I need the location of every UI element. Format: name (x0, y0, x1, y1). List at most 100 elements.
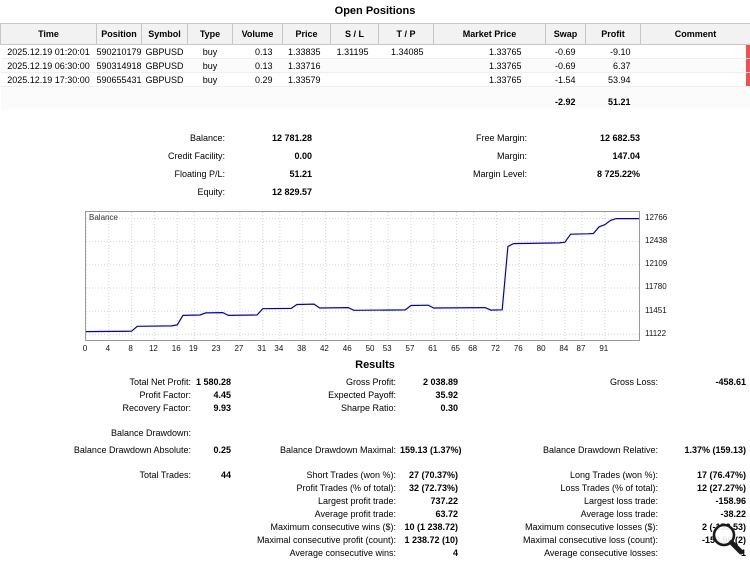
cell-swap: -0.69 (545, 58, 586, 73)
table-row[interactable]: 2025.12.19 01:20:01 590210179 GBPUSD buy 0.1… (0, 44, 750, 59)
summary-row: Credit Facility: 0.00 Margin: 147.04 (0, 147, 750, 165)
summary-value: 12 829.57 (271, 186, 312, 197)
results-row: Total Net Profit: 1 580.28 Gross Profit: 2 … (0, 374, 750, 387)
chart-series-label: Balance (89, 212, 118, 222)
summary-row: Equity: 12 829.57 (0, 183, 750, 201)
empty-cell (0, 86, 97, 109)
cell-s-l: 1.31195 (330, 44, 379, 59)
summary-value: 12 781.28 (271, 132, 312, 143)
result-label (462, 387, 662, 400)
cell-market-price: 1.33765 (433, 44, 546, 59)
x-tick-label: 4 (105, 343, 111, 353)
zoom-icon[interactable] (709, 520, 747, 558)
spacer (0, 147, 130, 165)
empty-cell (141, 86, 188, 109)
x-tick-label: 8 (128, 343, 133, 353)
results-row: Profit Trades (% of total): 32 (72.73%) Lo… (0, 480, 750, 493)
empty-cell (330, 86, 379, 109)
summary-value: 8 725.22% (596, 168, 640, 179)
result-label: Balance Drawdown: (110, 427, 191, 438)
spacer (640, 183, 750, 201)
result-value (195, 480, 235, 493)
cell-time: 2025.12.19 17:30:00 (0, 72, 97, 87)
spacer (0, 165, 130, 183)
summary-value: 0.00 (294, 150, 312, 161)
result-label: Expected Payoff: (328, 389, 396, 400)
x-tick-label: 42 (319, 343, 329, 353)
table-row[interactable]: 2025.12.19 06:30:00 590314918 GBPUSD buy 0.1… (0, 58, 750, 73)
cell-type: buy (187, 44, 233, 59)
x-tick-label: 72 (491, 343, 500, 353)
cell-type: buy (187, 58, 233, 73)
cell-t-p (378, 58, 434, 73)
result-label: Maximum consecutive losses ($): (524, 521, 658, 532)
column-header-profit: Profit (585, 23, 641, 45)
spacer (0, 183, 130, 201)
balance-line (86, 217, 639, 332)
totals-row: -2.92 51.21 (0, 86, 750, 109)
empty-cell (433, 86, 546, 109)
result-label: Profit Trades (% of total): (296, 482, 396, 493)
result-label: Average consecutive losses: (544, 547, 658, 558)
cell-time: 2025.12.19 01:20:01 (0, 44, 97, 59)
open-positions-table: Time Position Symbol Type Volume Price S / LT … (0, 23, 750, 109)
result-label: Balance Drawdown Absolute: (73, 444, 191, 455)
empty-cell (187, 86, 233, 109)
results-row: Maximum consecutive wins ($): 10 (1 238.7… (0, 519, 750, 532)
y-tick-label: 12766 (645, 213, 668, 223)
result-label: Average profit trade: (314, 508, 396, 519)
cell-volume: 0.13 (232, 44, 283, 59)
results-row: Largest profit trade: 737.22 Largest loss … (0, 493, 750, 506)
chart-grid (86, 211, 639, 340)
result-label: Average loss trade: (580, 508, 658, 519)
cell-volume: 0.29 (232, 72, 283, 87)
chart-plot-area: Balance (85, 210, 640, 341)
result-value: 737.22 (430, 495, 458, 506)
results-row: Balance Drawdown: (0, 413, 750, 438)
result-value (195, 519, 235, 532)
results-table: Total Net Profit: 1 580.28 Gross Profit: 2 … (0, 374, 750, 558)
result-value (195, 493, 235, 506)
x-tick-label: 53 (382, 343, 392, 353)
result-value: 35.92 (435, 389, 458, 400)
empty-cell (232, 86, 283, 109)
y-tick-label: 11780 (645, 282, 667, 292)
cell-comment (640, 44, 750, 59)
spacer (640, 165, 750, 183)
result-value (662, 387, 750, 400)
x-tick-label: 16 (171, 343, 181, 353)
summary-value: 12 682.53 (599, 132, 640, 143)
column-header-t-p: T / P (378, 23, 434, 45)
y-tick-label: 11122 (645, 328, 667, 338)
result-label (0, 532, 195, 545)
result-label: Maximal consecutive profit (count): (256, 534, 396, 545)
result-label: Largest profit trade: (317, 495, 396, 506)
y-tick-label: 11451 (645, 305, 667, 315)
column-header-s-l: S / L (330, 23, 379, 45)
result-label: Gross Loss: (609, 376, 658, 387)
cell-symbol: GBPUSD (141, 72, 188, 87)
table-row[interactable]: 2025.12.19 17:30:00 590655431 GBPUSD buy 0.2… (0, 72, 750, 87)
result-label: Profit Factor: (139, 389, 191, 400)
page-title: Open Positions (334, 5, 416, 17)
x-tick-label: 91 (599, 343, 609, 353)
summary-row: Balance: 12 781.28 Free Margin: 12 682.53 (0, 129, 750, 147)
total-swap: -2.92 (545, 86, 586, 109)
cell-comment (640, 58, 750, 73)
result-value: 4.45 (213, 389, 231, 400)
result-value (400, 413, 462, 438)
summary-label (432, 183, 527, 201)
column-header-swap: Swap (545, 23, 586, 45)
summary-value: 51.21 (289, 168, 312, 179)
result-label: Average consecutive wins: (289, 547, 396, 558)
results-row: Recovery Factor: 9.93 Sharpe Ratio: 0.30 (0, 400, 750, 413)
results-row: Total Trades: 44 Short Trades (won %): 27 (… (0, 455, 750, 480)
x-tick-label: 0 (82, 343, 88, 353)
x-tick-label: 80 (536, 343, 546, 353)
spacer (312, 147, 432, 165)
result-label: Maximal consecutive loss (count): (522, 534, 658, 545)
spacer (0, 129, 130, 147)
cell-symbol: GBPUSD (141, 44, 188, 59)
spacer (640, 129, 750, 147)
summary-label: Free Margin: (475, 132, 527, 143)
